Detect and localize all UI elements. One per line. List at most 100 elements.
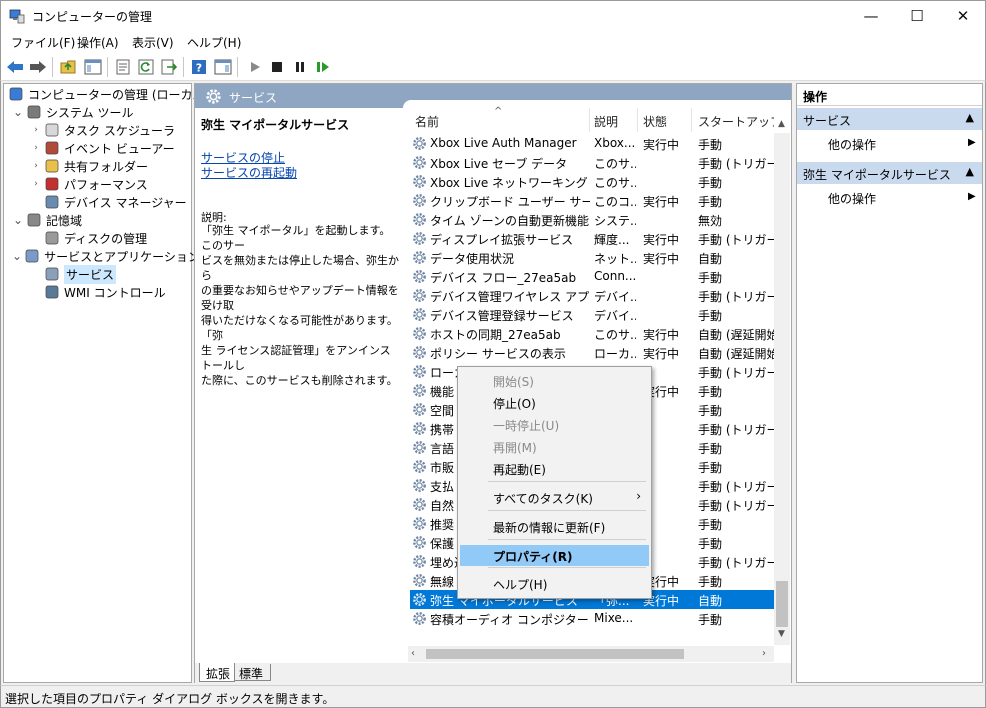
back-button[interactable] [5, 57, 25, 77]
service-row[interactable]: デバイス管理ワイヤレス アプリケ... デバイ... 手動 (トリガー開 [410, 286, 774, 305]
more-actions-selected-service[interactable]: 他の操作 [828, 190, 876, 207]
show-action-pane-button[interactable] [213, 57, 233, 77]
expander-icon[interactable]: ⌄ [12, 106, 24, 118]
expander-icon[interactable]: ⌄ [12, 214, 24, 226]
actions-section-services[interactable]: サービス ▲ [797, 108, 982, 130]
collapse-icon[interactable]: ▲ [966, 111, 974, 124]
context-menu-item[interactable]: プロパティ(R) [460, 545, 649, 566]
service-gear-icon [413, 498, 426, 511]
tree-node[interactable]: › 共有フォルダー [6, 157, 190, 175]
tree-node[interactable]: サービス [6, 264, 190, 284]
expander-icon[interactable]: ⌄ [12, 250, 22, 262]
service-startup-type: 自動 [698, 252, 723, 266]
service-gear-icon [413, 175, 426, 188]
context-menu-item[interactable]: すべてのタスク(K) › [460, 487, 649, 508]
actions-section-title: 弥生 マイポータルサービス [803, 168, 951, 182]
vertical-scrollbar[interactable]: ▲ ▼ [774, 119, 790, 645]
menu-action[interactable]: 操作(A) [77, 34, 119, 51]
service-gear-icon [413, 251, 426, 264]
start-service-button[interactable] [245, 57, 265, 77]
show-hide-tree-button[interactable] [83, 57, 103, 77]
service-row[interactable]: Xbox Live ネットワーキング サー... このサ... 手動 [410, 172, 774, 191]
column-startup-type[interactable]: スタートアップの種 [698, 113, 774, 130]
service-row[interactable]: 容積オーディオ コンポジター サー... Mixe... 手動 [410, 609, 774, 628]
column-state[interactable]: 状態 [643, 113, 667, 130]
device-manager-icon [44, 194, 60, 210]
menu-file[interactable]: ファイル(F) [11, 34, 75, 51]
service-row[interactable]: Xbox Live セーブ データ このサ... 手動 (トリガー開 [410, 153, 774, 172]
service-row[interactable]: ポリシー サービスの表示 ローカ... 実行中 自動 (遅延開始 [410, 343, 774, 362]
expander-icon[interactable]: › [30, 125, 42, 135]
tree-node[interactable]: ディスクの管理 [6, 229, 190, 247]
service-row[interactable]: ディスプレイ拡張サービス 輝度... 実行中 手動 (トリガー開 [410, 229, 774, 248]
tree-node[interactable]: › パフォーマンス [6, 175, 190, 193]
service-state: 実行中 [643, 347, 680, 361]
service-row[interactable]: デバイス管理登録サービス デバイ... 手動 [410, 305, 774, 324]
tree-node[interactable]: コンピューターの管理 (ローカル) [6, 85, 209, 103]
menu-help[interactable]: ヘルプ(H) [187, 34, 241, 51]
scroll-left-icon[interactable]: ‹ [411, 648, 415, 659]
scroll-down-icon[interactable]: ▼ [778, 629, 785, 639]
service-gear-icon [413, 555, 426, 568]
context-menu-item[interactable]: 再起動(E) [460, 458, 649, 479]
actions-section-selected-service[interactable]: 弥生 マイポータルサービス ▲ [797, 162, 982, 184]
service-state: 実行中 [643, 195, 680, 209]
tree-node[interactable]: ⌄ サービスとアプリケーション [6, 247, 200, 265]
restart-service-link[interactable]: サービスの再起動 [201, 164, 297, 181]
service-name: タイム ゾーンの自動更新機能 [430, 214, 589, 228]
help-toolbar-button[interactable]: ? [189, 57, 209, 77]
service-startup-type: 手動 [698, 537, 723, 551]
up-folder-button[interactable] [59, 57, 79, 77]
restart-service-button[interactable] [313, 57, 333, 77]
expander-icon[interactable]: › [30, 143, 42, 153]
tab-extended[interactable]: 拡張 [199, 663, 235, 682]
tree-node[interactable]: › タスク スケジューラ [6, 121, 190, 139]
service-name: ディスプレイ拡張サービス [430, 233, 574, 247]
service-gear-icon [413, 460, 426, 473]
scroll-right-icon[interactable]: › [762, 648, 766, 659]
expander-icon[interactable]: › [30, 161, 42, 171]
service-row[interactable]: データ使用状況 ネット... 実行中 自動 [410, 248, 774, 267]
service-row[interactable]: クリップボード ユーザー サービス_... このコ... 実行中 手動 [410, 191, 774, 210]
service-row[interactable]: ホストの同期_27ea5ab このサ... 実行中 自動 (遅延開始 [410, 324, 774, 343]
minimize-button[interactable]: — [848, 1, 894, 31]
tree-node[interactable]: デバイス マネージャー [6, 193, 190, 211]
tree-node-label: サービスとアプリケーション [44, 249, 200, 264]
properties-toolbar-button[interactable] [113, 57, 133, 77]
tree-node[interactable]: ⌄ 記憶域 [6, 211, 190, 229]
export-list-button[interactable] [159, 57, 179, 77]
service-gear-icon [413, 384, 426, 397]
more-actions-services[interactable]: 他の操作 [828, 136, 876, 153]
service-description: システ... [594, 214, 636, 228]
collapse-icon[interactable]: ▲ [966, 165, 974, 178]
service-row[interactable]: タイム ゾーンの自動更新機能システ... 無効 [410, 210, 774, 229]
pause-service-button[interactable] [290, 57, 310, 77]
expander-icon[interactable]: › [30, 179, 42, 189]
tree-node[interactable]: ⌄ システム ツール [6, 103, 190, 121]
service-row[interactable]: Xbox Live Auth Manager Xbox... 実行中 手動 [410, 134, 774, 153]
menu-view[interactable]: 表示(V) [132, 34, 174, 51]
service-startup-type: 手動 [698, 404, 723, 418]
tree-node-label: WMI コントロール [64, 285, 166, 300]
stop-service-button[interactable] [267, 57, 287, 77]
refresh-button[interactable] [136, 57, 156, 77]
maximize-button[interactable]: ☐ [894, 1, 940, 31]
forward-button[interactable] [28, 57, 48, 77]
context-menu-item[interactable]: ヘルプ(H) [460, 573, 649, 594]
scroll-up-icon[interactable]: ▲ [778, 119, 785, 129]
context-menu-item: 開始(S) [460, 370, 649, 391]
context-menu-item[interactable]: 最新の情報に更新(F) [460, 516, 649, 537]
column-name[interactable]: 名前 [415, 113, 439, 130]
close-button[interactable]: ✕ [940, 1, 986, 31]
service-row[interactable]: デバイス フロー_27ea5ab Conn... 手動 [410, 267, 774, 286]
service-startup-type: 手動 (トリガー開 [698, 480, 774, 494]
service-gear-icon [413, 327, 426, 340]
horizontal-scrollbar[interactable]: ‹ › [408, 646, 774, 662]
context-menu-item[interactable]: 停止(O) [460, 392, 649, 413]
tab-standard[interactable]: 標準 [235, 664, 271, 681]
horizontal-scroll-thumb[interactable] [426, 649, 684, 659]
tree-node[interactable]: › イベント ビューアー [6, 139, 190, 157]
vertical-scroll-thumb[interactable] [776, 581, 788, 627]
column-description[interactable]: 説明 [594, 113, 618, 130]
tree-node[interactable]: WMI コントロール [6, 283, 190, 301]
